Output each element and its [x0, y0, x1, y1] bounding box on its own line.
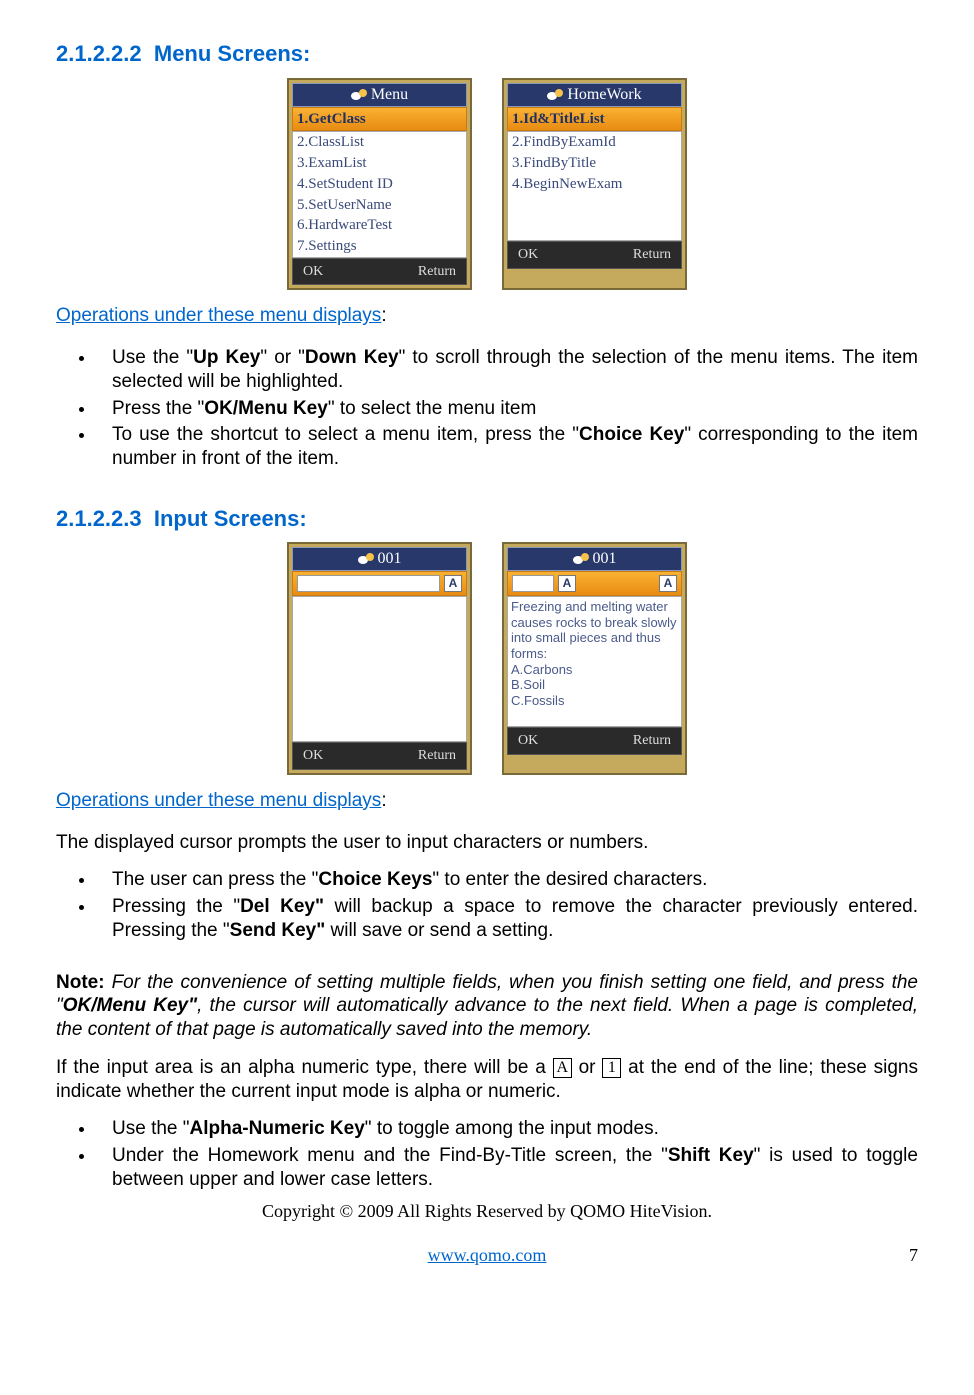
phone-menu-title: Menu	[371, 85, 408, 105]
operations-list-2: The user can press the "Choice Keys" to …	[96, 868, 918, 942]
return-softkey[interactable]: Return	[633, 732, 671, 750]
phone-homework-titlebar: HomeWork	[507, 83, 682, 107]
phone-menu: Menu 1.GetClass 2.ClassList 3.ExamList 4…	[287, 78, 472, 291]
menu-screens-row: Menu 1.GetClass 2.ClassList 3.ExamList 4…	[56, 78, 918, 291]
list-item: Use the "Up Key" or "Down Key" to scroll…	[96, 346, 918, 394]
numeric-mode-box: 1	[602, 1058, 621, 1078]
down-key-label: Down Key	[305, 347, 399, 368]
answer-option[interactable]: B.Soil	[511, 677, 678, 693]
copyright-text: Copyright © 2009 All Rights Reserved by …	[56, 1200, 918, 1223]
input-header-row: A A	[507, 571, 682, 596]
section-heading-menu: 2.1.2.2.2 Menu Screens:	[56, 40, 918, 68]
menu-item[interactable]: 2.FindByExamId	[508, 132, 681, 153]
section-title: Menu Screens:	[154, 41, 311, 66]
cloud-icon	[573, 553, 589, 565]
menu-item[interactable]: 5.SetUserName	[293, 195, 466, 216]
list-item: The user can press the "Choice Keys" to …	[96, 868, 918, 892]
footer-bottom: www.qomo.com 7	[56, 1244, 918, 1267]
choice-key-label: Choice Key	[579, 424, 684, 445]
return-softkey[interactable]: Return	[418, 747, 456, 765]
section-number: 2.1.2.2.3	[56, 506, 142, 531]
phone-input1-body	[292, 596, 467, 742]
alpha-numeric-paragraph: If the input area is an alpha numeric ty…	[56, 1056, 918, 1104]
list-item: Press the "OK/Menu Key" to select the me…	[96, 397, 918, 421]
question-text: Freezing and melting water causes rocks …	[511, 599, 678, 661]
phone-homework: HomeWork 1.Id&TitleList 2.FindByExamId 3…	[502, 78, 687, 291]
section-number: 2.1.2.2.2	[56, 41, 142, 66]
phone-menu-body: 2.ClassList 3.ExamList 4.SetStudent ID 5…	[292, 131, 467, 258]
phone-homework-body: 2.FindByExamId 3.FindByTitle 4.BeginNewE…	[507, 131, 682, 241]
operations-heading-1: Operations under these menu displays:	[56, 304, 918, 328]
menu-item[interactable]: 7.Settings	[293, 236, 466, 257]
input-mode-indicator: A	[558, 575, 576, 592]
phone-input1-footer: OK Return	[292, 742, 467, 770]
input-mode-indicator: A	[659, 575, 677, 592]
ok-softkey[interactable]: OK	[303, 263, 323, 281]
list-item: Under the Homework menu and the Find-By-…	[96, 1144, 918, 1192]
cloud-icon	[351, 89, 367, 101]
alpha-numeric-key-label: Alpha-Numeric Key	[190, 1118, 365, 1139]
operations-link: Operations under these menu displays	[56, 790, 381, 811]
alpha-mode-box: A	[553, 1058, 572, 1078]
menu-item[interactable]: 4.BeginNewExam	[508, 174, 681, 195]
section-heading-input: 2.1.2.2.3 Input Screens:	[56, 505, 918, 533]
ok-menu-key-label: OK/Menu Key"	[63, 995, 197, 1016]
operations-list-3: Use the "Alpha-Numeric Key" to toggle am…	[96, 1117, 918, 1191]
phone-menu-titlebar: Menu	[292, 83, 467, 107]
operations-heading-2: Operations under these menu displays:	[56, 789, 918, 813]
phone-input1-titlebar: 001	[292, 547, 467, 571]
del-key-label: Del Key"	[240, 896, 324, 917]
note-label: Note:	[56, 972, 105, 993]
phone-input2-footer: OK Return	[507, 727, 682, 755]
input-screens-row: 001 A OK Return 001 A A Freezing and mel…	[56, 542, 918, 775]
ok-softkey[interactable]: OK	[518, 732, 538, 750]
input-header-row: A	[292, 571, 467, 596]
phone-homework-title: HomeWork	[567, 85, 641, 105]
menu-item[interactable]: 2.ClassList	[293, 132, 466, 153]
return-softkey[interactable]: Return	[418, 263, 456, 281]
text-input-field[interactable]	[297, 575, 440, 592]
section-title: Input Screens:	[154, 506, 307, 531]
list-item: Pressing the "Del Key" will backup a spa…	[96, 895, 918, 943]
phone-input2-body: Freezing and melting water causes rocks …	[507, 596, 682, 727]
menu-item[interactable]: 6.HardwareTest	[293, 215, 466, 236]
send-key-label: Send Key"	[230, 920, 326, 941]
menu-item[interactable]: 4.SetStudent ID	[293, 174, 466, 195]
phone-input-1: 001 A OK Return	[287, 542, 472, 775]
phone-homework-selected[interactable]: 1.Id&TitleList	[507, 107, 682, 132]
menu-item[interactable]: 3.FindByTitle	[508, 153, 681, 174]
up-key-label: Up Key	[193, 347, 260, 368]
phone-input2-title: 001	[593, 549, 617, 569]
intro-paragraph: The displayed cursor prompts the user to…	[56, 831, 918, 855]
list-item: To use the shortcut to select a menu ite…	[96, 423, 918, 471]
cloud-icon	[358, 553, 374, 565]
phone-menu-footer: OK Return	[292, 258, 467, 286]
choice-keys-label: Choice Keys	[318, 869, 432, 890]
answer-option[interactable]: C.Fossils	[511, 693, 678, 709]
ok-softkey[interactable]: OK	[518, 246, 538, 264]
menu-item[interactable]: 3.ExamList	[293, 153, 466, 174]
footer-url[interactable]: www.qomo.com	[428, 1244, 547, 1267]
shift-key-label: Shift Key	[668, 1145, 754, 1166]
phone-input1-title: 001	[378, 549, 402, 569]
operations-list-1: Use the "Up Key" or "Down Key" to scroll…	[96, 346, 918, 471]
page-number: 7	[546, 1244, 918, 1267]
phone-input2-titlebar: 001	[507, 547, 682, 571]
list-item: Use the "Alpha-Numeric Key" to toggle am…	[96, 1117, 918, 1141]
cloud-icon	[547, 89, 563, 101]
ok-menu-key-label: OK/Menu Key	[204, 398, 328, 419]
phone-input-2: 001 A A Freezing and melting water cause…	[502, 542, 687, 775]
note-paragraph: Note: For the convenience of setting mul…	[56, 971, 918, 1042]
answer-option[interactable]: A.Carbons	[511, 662, 678, 678]
text-input-field[interactable]	[512, 575, 554, 592]
return-softkey[interactable]: Return	[633, 246, 671, 264]
ok-softkey[interactable]: OK	[303, 747, 323, 765]
phone-menu-selected[interactable]: 1.GetClass	[292, 107, 467, 132]
phone-homework-footer: OK Return	[507, 241, 682, 269]
input-mode-indicator: A	[444, 575, 462, 592]
operations-link: Operations under these menu displays	[56, 305, 381, 326]
